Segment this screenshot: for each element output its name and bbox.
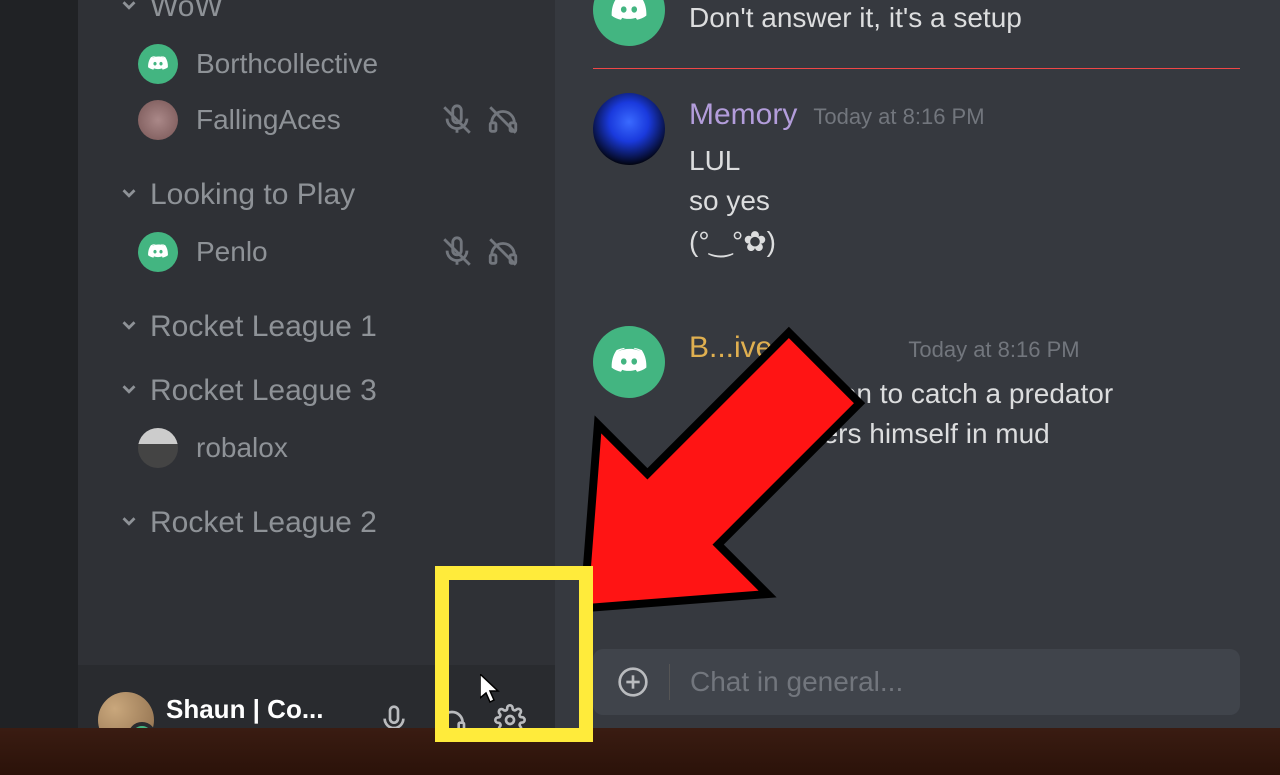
voice-user-name: Borthcollective [196, 48, 535, 80]
discord-avatar-icon [138, 232, 178, 272]
voice-user-name: robalox [196, 432, 535, 464]
voice-user-name: Penlo [196, 236, 422, 268]
voice-channel-rl1[interactable]: Rocket League 1 [78, 310, 555, 344]
message-author: B...ive [689, 326, 772, 370]
message[interactable]: B...ive Today at 8:16 PM k on to catch a… [593, 302, 1240, 455]
voice-user-status-icons [440, 103, 535, 137]
chevron-down-icon [118, 310, 140, 344]
message-timestamp: Today at 8:16 PM [813, 101, 984, 133]
channel-label: Rocket League 2 [150, 506, 377, 540]
voice-user-name: FallingAces [196, 104, 422, 136]
channel-sidebar: WoW Borthcollective FallingAces Looking … [78, 0, 555, 775]
discord-avatar-icon [593, 0, 665, 46]
chevron-down-icon [118, 374, 140, 408]
chat-input-placeholder: Chat in general... [690, 666, 903, 698]
chat-area: Don't answer it, it's a setup Memory Tod… [555, 0, 1280, 775]
chevron-down-icon [118, 178, 140, 212]
message-text: covers himself in mud [689, 414, 1240, 455]
channel-label: Rocket League 3 [150, 374, 377, 408]
footer-bar [0, 728, 1280, 775]
user-avatar-icon [593, 93, 665, 165]
channel-label: Looking to Play [150, 178, 355, 212]
message-text: so yes [689, 181, 1240, 222]
self-username: Shaun | Co... [166, 694, 353, 725]
discord-avatar-icon [593, 326, 665, 398]
message-timestamp: Today at 8:16 PM [908, 334, 1079, 366]
message-text: LUL [689, 141, 1240, 182]
channels-list: WoW Borthcollective FallingAces Looking … [78, 0, 555, 665]
input-divider [669, 664, 670, 700]
chevron-down-icon [118, 0, 140, 24]
message-text: (°‿°✿) [689, 222, 1240, 263]
user-avatar-icon [138, 100, 178, 140]
mic-muted-icon [440, 103, 474, 137]
voice-user-status-icons [440, 235, 535, 269]
message[interactable]: Memory Today at 8:16 PM LUL so yes (°‿°✿… [593, 69, 1240, 262]
voice-user[interactable]: robalox [78, 420, 555, 476]
attach-button[interactable] [617, 649, 649, 715]
channel-label: WoW [150, 0, 223, 24]
server-list-strip[interactable] [0, 0, 78, 775]
discord-avatar-icon [138, 44, 178, 84]
voice-user[interactable]: Borthcollective [78, 36, 555, 92]
mic-muted-icon [440, 235, 474, 269]
voice-user[interactable]: Penlo [78, 224, 555, 280]
message-text: Don't answer it, it's a setup [689, 0, 1240, 39]
voice-channel-looking-to-play[interactable]: Looking to Play [78, 178, 555, 212]
deafened-icon [486, 103, 520, 137]
voice-user[interactable]: FallingAces [78, 92, 555, 148]
user-avatar-icon [138, 428, 178, 468]
messages-list[interactable]: Don't answer it, it's a setup Memory Tod… [555, 0, 1280, 649]
voice-channel-rl3[interactable]: Rocket League 3 [78, 374, 555, 408]
voice-channel-wow[interactable]: WoW [78, 0, 555, 24]
plus-circle-icon [617, 666, 649, 698]
chat-input[interactable]: Chat in general... [593, 649, 1240, 715]
message-author: Memory [689, 93, 797, 137]
voice-channel-rl2[interactable]: Rocket League 2 [78, 506, 555, 540]
channel-label: Rocket League 1 [150, 310, 377, 344]
message-text: k on to catch a predator [689, 374, 1240, 415]
chevron-down-icon [118, 506, 140, 540]
deafened-icon [486, 235, 520, 269]
message[interactable]: Don't answer it, it's a setup [593, 0, 1240, 46]
